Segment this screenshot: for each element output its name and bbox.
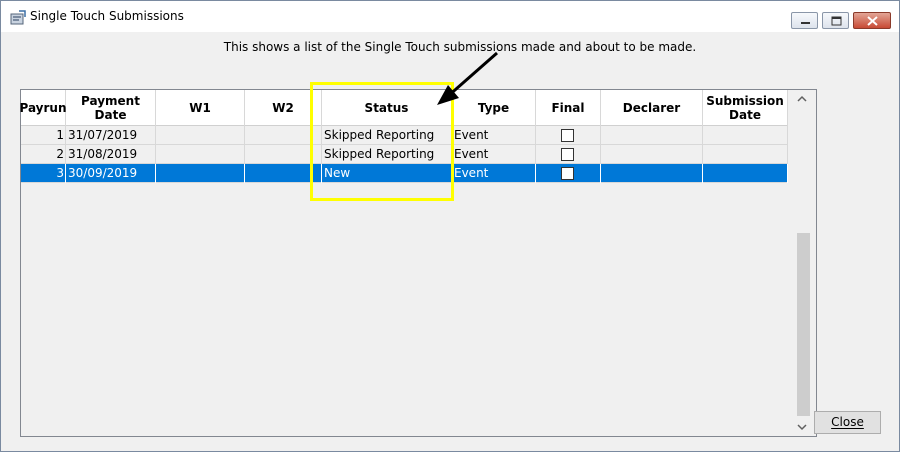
cell-w2: [245, 164, 322, 183]
cell-type: Event: [452, 126, 536, 145]
window-title: Single Touch Submissions: [30, 9, 184, 23]
minimize-icon: [801, 22, 810, 24]
cell-w2: [245, 126, 322, 145]
maximize-button[interactable]: [822, 12, 849, 29]
column-header-submission-date[interactable]: Submission Date: [703, 90, 788, 126]
column-header-type[interactable]: Type: [452, 90, 536, 126]
dialog-window: Single Touch Submissions This shows a li…: [0, 0, 900, 452]
scroll-down-button[interactable]: [788, 418, 816, 436]
close-window-button[interactable]: [853, 12, 891, 29]
cell-status: New: [322, 164, 452, 183]
final-checkbox[interactable]: [561, 129, 574, 142]
cell-w2: [245, 145, 322, 164]
cell-payment-date: 31/07/2019: [66, 126, 156, 145]
cell-final: [536, 145, 601, 164]
close-button-label: Close: [831, 415, 864, 429]
cell-type: Event: [452, 145, 536, 164]
table-header: Payrun Payment Date W1 W2 Status Type Fi…: [19, 90, 788, 126]
cell-declarer: [601, 145, 703, 164]
cell-declarer: [601, 164, 703, 183]
table-row[interactable]: 1 31/07/2019 Skipped Reporting Event: [21, 126, 788, 145]
cell-declarer: [601, 126, 703, 145]
cell-payrun: 3: [21, 164, 66, 183]
info-text: This shows a list of the Single Touch su…: [223, 40, 697, 54]
column-header-payment-date[interactable]: Payment Date: [66, 90, 156, 126]
cell-payment-date: 30/09/2019: [66, 164, 156, 183]
column-header-payrun[interactable]: Payrun: [19, 90, 67, 126]
final-checkbox[interactable]: [561, 148, 574, 161]
column-header-status[interactable]: Status: [322, 90, 452, 126]
cell-final: [536, 126, 601, 145]
submissions-table: Payrun Payment Date W1 W2 Status Type Fi…: [19, 89, 817, 437]
title-bar[interactable]: Single Touch Submissions: [1, 1, 899, 32]
table-row-selected[interactable]: 3 30/09/2019 New Event: [21, 164, 788, 183]
cell-type: Event: [452, 164, 536, 183]
table-row[interactable]: 2 31/08/2019 Skipped Reporting Event: [21, 145, 788, 164]
cell-submission-date: [703, 145, 788, 164]
cell-w1: [156, 126, 245, 145]
close-icon: [867, 16, 878, 26]
column-header-w2[interactable]: W2: [245, 90, 322, 126]
vertical-scrollbar[interactable]: [788, 90, 816, 436]
cell-submission-date: [703, 164, 788, 183]
cell-payrun: 2: [21, 145, 66, 164]
app-icon: [10, 10, 26, 25]
close-button[interactable]: Close: [814, 411, 881, 434]
cell-payrun: 1: [21, 126, 66, 145]
column-header-final[interactable]: Final: [536, 90, 601, 126]
cell-w1: [156, 145, 245, 164]
chevron-up-icon: [797, 95, 807, 102]
minimize-button[interactable]: [791, 12, 818, 29]
cell-submission-date: [703, 126, 788, 145]
scroll-up-button[interactable]: [788, 90, 816, 108]
cell-w1: [156, 164, 245, 183]
column-header-declarer[interactable]: Declarer: [601, 90, 703, 126]
cell-final: [536, 164, 601, 183]
cell-status: Skipped Reporting: [322, 145, 452, 164]
cell-payment-date: 31/08/2019: [66, 145, 156, 164]
column-header-w1[interactable]: W1: [156, 90, 245, 126]
chevron-down-icon: [797, 424, 807, 431]
final-checkbox[interactable]: [561, 167, 574, 180]
cell-status: Skipped Reporting: [322, 126, 452, 145]
scrollbar-thumb[interactable]: [797, 233, 810, 416]
maximize-icon: [831, 16, 842, 26]
dialog-body: This shows a list of the Single Touch su…: [9, 32, 893, 445]
